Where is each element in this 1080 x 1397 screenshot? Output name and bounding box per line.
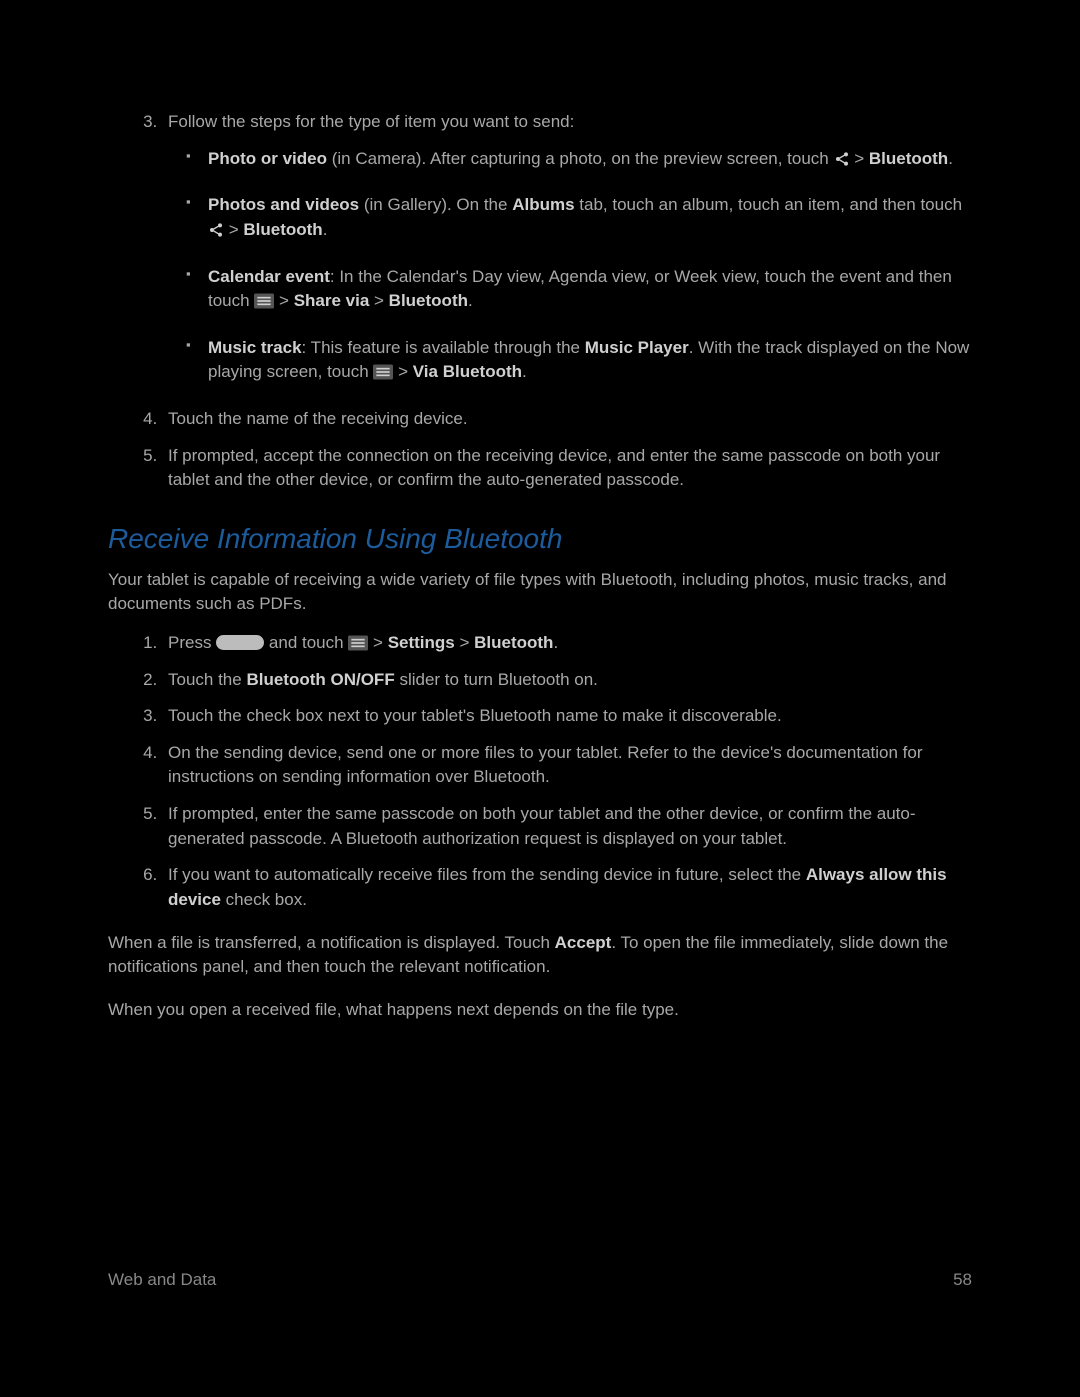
step-3-text: Follow the steps for the type of item yo…: [168, 112, 574, 131]
sub-calendar-label: Calendar event: [208, 267, 330, 286]
page-footer: Web and Data 58: [108, 1268, 972, 1293]
home-button-icon: [216, 635, 264, 650]
receive-step-4: On the sending device, send one or more …: [162, 741, 972, 790]
receive-step-6: If you want to automatically receive fil…: [162, 863, 972, 912]
menu-icon: [373, 364, 393, 380]
sub-photo-video: Photo or video (in Camera). After captur…: [208, 147, 972, 172]
receive-step-2: Touch the Bluetooth ON/OFF slider to tur…: [162, 668, 972, 693]
step-4: Touch the name of the receiving device.: [162, 407, 972, 432]
sub-gallery-label: Photos and videos: [208, 195, 359, 214]
share-icon: [834, 151, 850, 167]
sub-photos-videos-gallery: Photos and videos (in Gallery). On the A…: [208, 193, 972, 242]
footer-section-name: Web and Data: [108, 1268, 216, 1293]
sub-photo-video-label: Photo or video: [208, 149, 327, 168]
receive-intro-paragraph: Your tablet is capable of receiving a wi…: [108, 568, 972, 617]
sub-music-track: Music track: This feature is available t…: [208, 336, 972, 385]
transfer-notification-paragraph: When a file is transferred, a notificati…: [108, 931, 972, 980]
menu-icon: [348, 635, 368, 651]
receive-step-1: Press and touch > Settings > Bluetooth.: [162, 631, 972, 656]
open-file-paragraph: When you open a received file, what happ…: [108, 998, 972, 1023]
receive-step-3: Touch the check box next to your tablet'…: [162, 704, 972, 729]
step-3: Follow the steps for the type of item yo…: [162, 110, 972, 385]
sub-music-label: Music track: [208, 338, 302, 357]
sub-calendar-event: Calendar event: In the Calendar's Day vi…: [208, 265, 972, 314]
share-icon: [208, 222, 224, 238]
bluetooth-label: Bluetooth: [243, 220, 322, 239]
send-steps-list-continued: Follow the steps for the type of item yo…: [108, 110, 972, 493]
step-5: If prompted, accept the connection on th…: [162, 444, 972, 493]
manual-page: Follow the steps for the type of item yo…: [0, 0, 1080, 1397]
menu-icon: [254, 293, 274, 309]
bluetooth-label: Bluetooth: [869, 149, 948, 168]
receive-steps-list: Press and touch > Settings > Bluetooth. …: [108, 631, 972, 913]
bluetooth-label: Bluetooth: [389, 291, 468, 310]
step-3-sublist: Photo or video (in Camera). After captur…: [168, 147, 972, 385]
section-heading-receive-bluetooth: Receive Information Using Bluetooth: [108, 519, 972, 560]
receive-step-5: If prompted, enter the same passcode on …: [162, 802, 972, 851]
footer-page-number: 58: [953, 1268, 972, 1293]
